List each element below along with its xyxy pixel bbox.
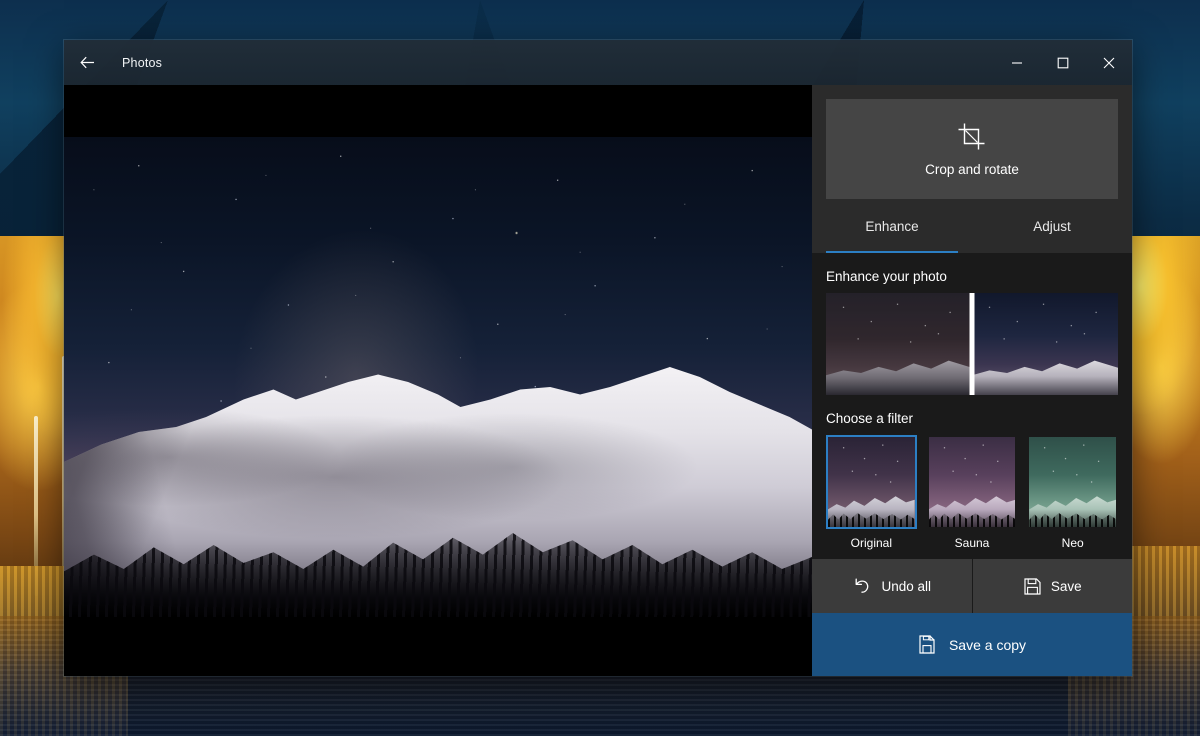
crop-icon	[958, 123, 985, 149]
back-button[interactable]	[64, 40, 110, 85]
save-button[interactable]: Save	[971, 559, 1132, 613]
panel-content: Enhance your photo Choose a filter Origi…	[812, 253, 1132, 559]
enhance-after-preview	[972, 293, 1118, 395]
action-button-row: Undo all Save	[812, 559, 1132, 613]
photos-app-window: Photos Crop and rotate Enhance Adjust En…	[64, 40, 1132, 676]
tab-adjust-label: Adjust	[1033, 218, 1071, 234]
maximize-button[interactable]	[1040, 40, 1086, 85]
comparison-slider-handle[interactable]	[969, 293, 975, 395]
close-icon	[1103, 57, 1115, 68]
filter-thumbnail	[1027, 435, 1118, 529]
save-copy-floppy-icon	[919, 635, 935, 654]
tab-enhance-label: Enhance	[865, 218, 919, 234]
minimize-button[interactable]	[994, 40, 1040, 85]
minimize-icon	[1012, 61, 1022, 64]
save-floppy-icon	[1024, 577, 1041, 595]
save-label: Save	[1050, 578, 1082, 594]
panel-top-section: Crop and rotate	[812, 85, 1132, 199]
photo-canvas[interactable]	[64, 85, 812, 676]
filter-thumbnail	[927, 435, 1018, 529]
enhance-comparison-slider[interactable]	[826, 293, 1118, 395]
filter-thumbnail	[826, 435, 917, 529]
window-title: Photos	[122, 55, 163, 70]
back-arrow-icon	[79, 56, 94, 69]
filter-list: Original Sauna Neo	[826, 435, 1118, 550]
window-titlebar: Photos	[64, 40, 1132, 85]
edit-tabs: Enhance Adjust	[812, 199, 1132, 253]
filter-option-sauna[interactable]: Sauna	[927, 435, 1018, 550]
filter-section-title: Choose a filter	[826, 411, 914, 426]
undo-all-label: Undo all	[881, 578, 932, 594]
tab-adjust[interactable]: Adjust	[972, 199, 1132, 253]
close-button[interactable]	[1086, 40, 1132, 85]
filter-label: Neo	[1061, 536, 1084, 550]
save-a-copy-button[interactable]: Save a copy	[812, 613, 1132, 676]
tab-enhance[interactable]: Enhance	[812, 199, 972, 253]
filter-option-neo[interactable]: Neo	[1027, 435, 1118, 550]
undo-icon	[856, 578, 869, 593]
desktop-background: Photos Crop and rotate Enhance Adjust En…	[0, 0, 1200, 736]
filter-label: Sauna	[954, 536, 990, 550]
undo-all-button[interactable]: Undo all	[812, 559, 972, 613]
enhance-section-title: Enhance your photo	[826, 269, 947, 284]
crop-and-rotate-button[interactable]: Crop and rotate	[826, 99, 1118, 199]
window-controls	[994, 40, 1132, 85]
photo-image	[64, 137, 812, 617]
filter-label: Original	[850, 536, 893, 550]
save-a-copy-label: Save a copy	[948, 636, 1027, 653]
maximize-icon	[1057, 57, 1069, 68]
crop-and-rotate-label: Crop and rotate	[925, 161, 1019, 177]
tab-active-underline	[826, 251, 958, 253]
filter-option-original[interactable]: Original	[826, 435, 917, 550]
enhance-before-preview	[826, 293, 972, 395]
edit-panel: Crop and rotate Enhance Adjust Enhance y…	[812, 85, 1132, 676]
